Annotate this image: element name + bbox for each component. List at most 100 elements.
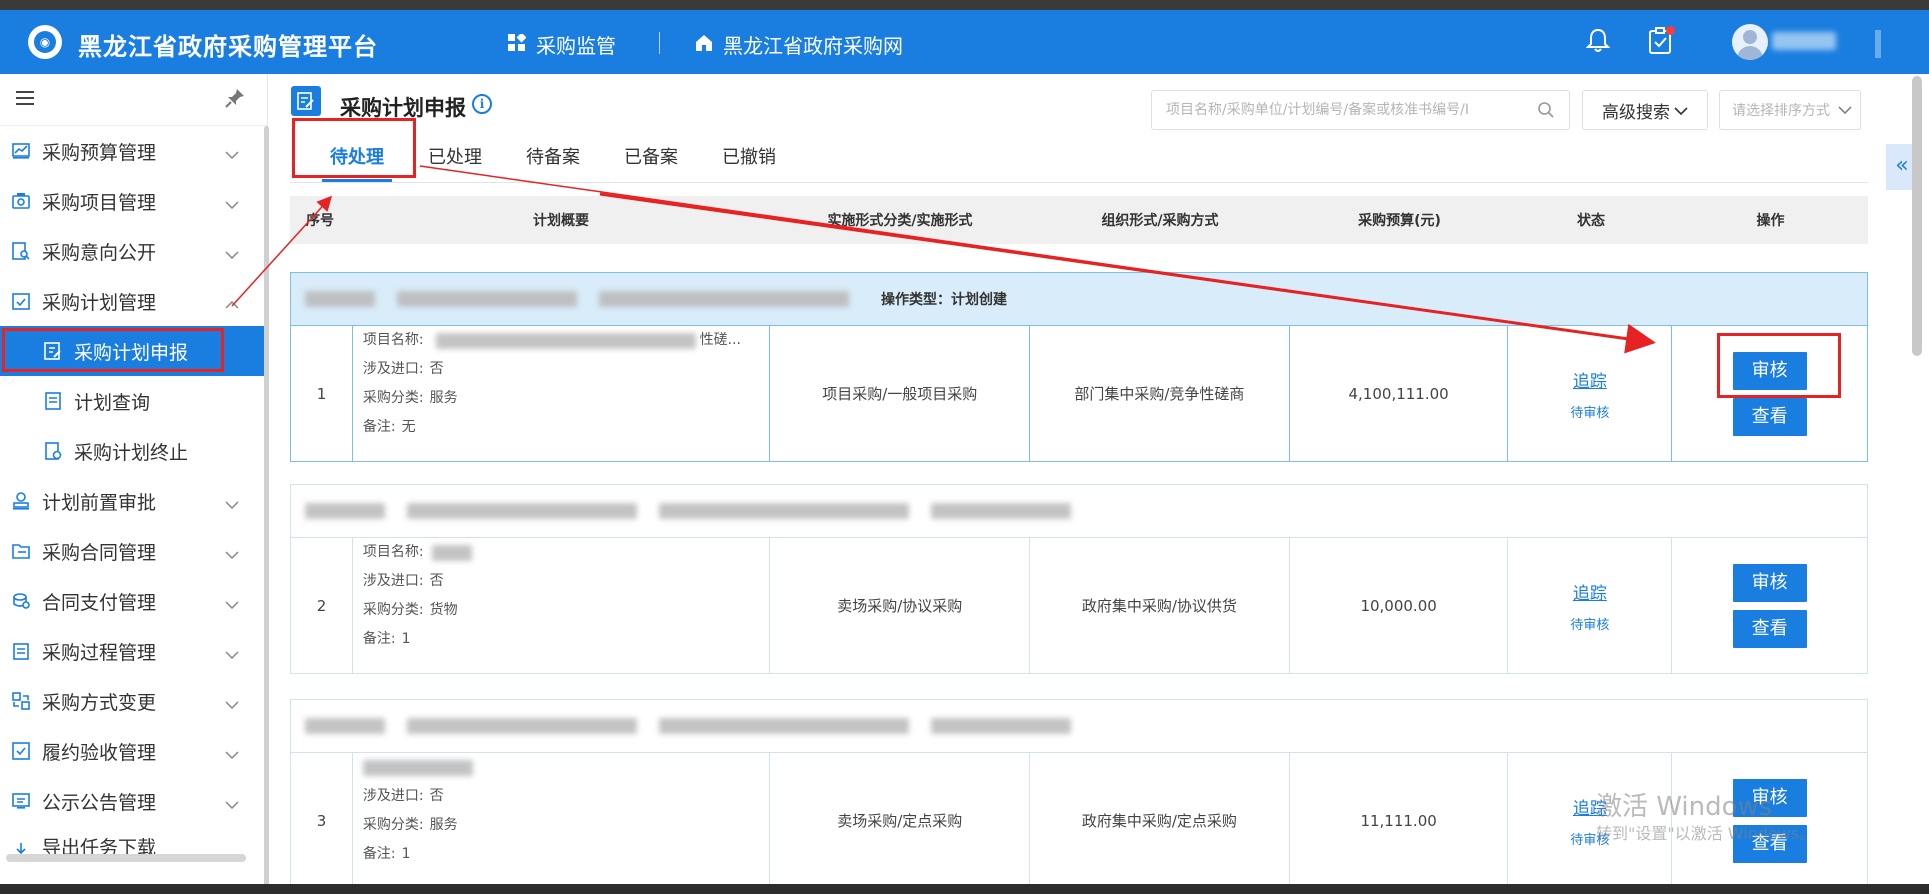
sidebar: 采购预算管理 采购项目管理 采购意向公开 采购计划管理 采购计划申报 计划查询 … <box>0 74 269 894</box>
header-divider <box>1875 30 1881 58</box>
monitor-icon <box>12 792 30 810</box>
sidebar-item-method-change[interactable]: 采购方式变更 <box>0 676 267 726</box>
sidebar-item-pre-approval[interactable]: 计划前置审批 <box>0 476 267 526</box>
organization-form: 政府集中采购/协议供货 <box>1030 538 1290 673</box>
tab-pending-filing[interactable]: 待备案 <box>504 134 602 182</box>
sidebar-item-plan-query[interactable]: 计划查询 <box>0 376 267 426</box>
review-button[interactable]: 审核 <box>1732 563 1807 602</box>
col-no: 序号 <box>306 213 334 229</box>
sidebar-item-label: 采购项目管理 <box>42 191 157 214</box>
chevron-down-icon <box>225 692 239 714</box>
plan-summary: 项目名称: 性磋... 涉及进口: 否 采购分类: 服务 备注: 无 <box>353 326 771 461</box>
blurred-text <box>305 291 375 307</box>
plan-summary: 项目名称: 涉及进口: 否 采购分类: 货物 备注: 1 <box>353 538 771 673</box>
chevron-down-icon <box>225 492 239 514</box>
pin-icon[interactable] <box>225 88 245 112</box>
chevron-down-icon <box>225 792 239 814</box>
col-budget: 采购预算(元) <box>1358 213 1441 229</box>
search-input[interactable] <box>1152 91 1522 129</box>
summary-label: 涉及进口: <box>362 788 424 804</box>
info-icon[interactable]: i <box>472 94 492 114</box>
tab-processed[interactable]: 已处理 <box>406 134 504 182</box>
sidebar-item-label: 采购过程管理 <box>42 641 157 664</box>
nav-supervision[interactable]: 采购监管 <box>508 30 616 59</box>
grid-icon <box>508 32 527 57</box>
avatar[interactable] <box>1732 24 1768 60</box>
row-number: 1 <box>291 326 353 461</box>
bell-icon[interactable] <box>1585 28 1611 58</box>
app-title[interactable]: 黑龙江省政府采购管理平台 <box>78 27 378 62</box>
search-field[interactable] <box>1151 90 1570 130</box>
document-icon <box>44 392 62 410</box>
main-content: 采购计划申报 i 高级搜索 请选择排序方式 待处理 已处理 待备案 已备案 已撤… <box>282 74 1892 894</box>
home-icon <box>695 33 713 57</box>
top-header: ◉ 黑龙江省政府采购管理平台 采购监管 黑龙江省政府采购网 <box>0 10 1929 74</box>
page-scrollbar[interactable] <box>1912 76 1922 356</box>
plan-group-title <box>291 485 1867 537</box>
summary-name: 项目名称: 性磋... <box>363 326 741 355</box>
summary-label: 采购分类: <box>362 602 424 618</box>
sidebar-item-intention[interactable]: 采购意向公开 <box>0 226 267 276</box>
sidebar-item-acceptance[interactable]: 履约验收管理 <box>0 726 267 776</box>
platform-logo[interactable]: ◉ <box>28 25 62 59</box>
row-number: 3 <box>291 753 353 888</box>
view-button[interactable]: 查看 <box>1732 609 1807 648</box>
sidebar-item-plan-terminate[interactable]: 采购计划终止 <box>0 426 267 476</box>
summary-value: 1 <box>401 631 411 647</box>
sidebar-horizontal-scrollbar[interactable] <box>6 854 246 862</box>
checkbox-icon <box>12 742 30 760</box>
sidebar-item-budget[interactable]: 采购预算管理 <box>0 126 267 176</box>
summary-name <box>362 753 495 782</box>
blurred-text <box>659 718 909 734</box>
blurred-text <box>407 718 637 734</box>
chevron-down-icon <box>225 642 239 664</box>
tab-revoked[interactable]: 已撤销 <box>700 134 798 182</box>
sidebar-item-label: 公示公告管理 <box>42 791 157 814</box>
sidebar-scrollbar[interactable] <box>264 126 269 886</box>
summary-category: 采购分类: 货物 <box>363 596 458 625</box>
status-text: 待审核 <box>1570 405 1610 421</box>
table-row: 1 项目名称: 性磋... 涉及进口: 否 采购分类: 服务 备注: 无 项目采购/一般… <box>291 325 1867 461</box>
implementation-form: 卖场采购/协议采购 <box>770 538 1031 673</box>
blurred-text <box>599 291 849 307</box>
track-link[interactable]: 追踪 <box>1573 367 1607 392</box>
page-icon <box>291 86 321 116</box>
col-status: 状态 <box>1577 213 1605 229</box>
sort-select[interactable]: 请选择排序方式 <box>1719 90 1861 130</box>
sidebar-item-label: 采购合同管理 <box>42 541 157 564</box>
sidebar-item-process[interactable]: 采购过程管理 <box>0 626 267 676</box>
summary-value: 性磋... <box>699 332 741 348</box>
nav-website[interactable]: 黑龙江省政府采购网 <box>695 30 903 59</box>
sidebar-item-payment[interactable]: 合同支付管理 <box>0 576 267 626</box>
notification-dot <box>1666 26 1675 35</box>
sidebar-item-contract[interactable]: 采购合同管理 <box>0 526 267 576</box>
summary-value: 1 <box>401 846 411 862</box>
summary-value: 否 <box>429 788 444 804</box>
blurred-text <box>407 503 637 519</box>
document-search-icon <box>12 242 30 260</box>
clipboard-icon <box>12 642 30 660</box>
plan-group-title <box>291 700 1867 752</box>
summary-label: 采购分类: <box>362 390 424 406</box>
sidebar-item-project[interactable]: 采购项目管理 <box>0 176 267 226</box>
search-icon[interactable] <box>1537 101 1555 123</box>
sidebar-item-announcement[interactable]: 公示公告管理 <box>0 776 267 826</box>
sidebar-item-label: 履约验收管理 <box>42 741 157 764</box>
status-cell: 追踪 待审核 <box>1508 326 1673 461</box>
blurred-text <box>659 503 909 519</box>
username-blurred[interactable] <box>1772 32 1836 50</box>
folder-icon <box>12 542 30 560</box>
implementation-form: 项目采购/一般项目采购 <box>770 326 1031 461</box>
blurred-text <box>305 718 385 734</box>
summary-label: 项目名称: <box>362 544 424 560</box>
view-button[interactable]: 查看 <box>1732 397 1807 436</box>
track-link[interactable]: 追踪 <box>1573 579 1607 604</box>
plan-summary: 涉及进口: 否 采购分类: 服务 备注: 1 <box>353 753 771 888</box>
sidebar-item-plan[interactable]: 采购计划管理 <box>0 276 267 326</box>
advanced-search-button[interactable]: 高级搜索 <box>1582 90 1708 130</box>
plan-group-title: 操作类型：计划创建 <box>291 273 1867 325</box>
summary-remark: 备注: 1 <box>363 625 411 654</box>
hamburger-icon[interactable] <box>16 90 36 110</box>
tab-filed[interactable]: 已备案 <box>602 134 700 182</box>
chart-icon <box>12 142 30 160</box>
